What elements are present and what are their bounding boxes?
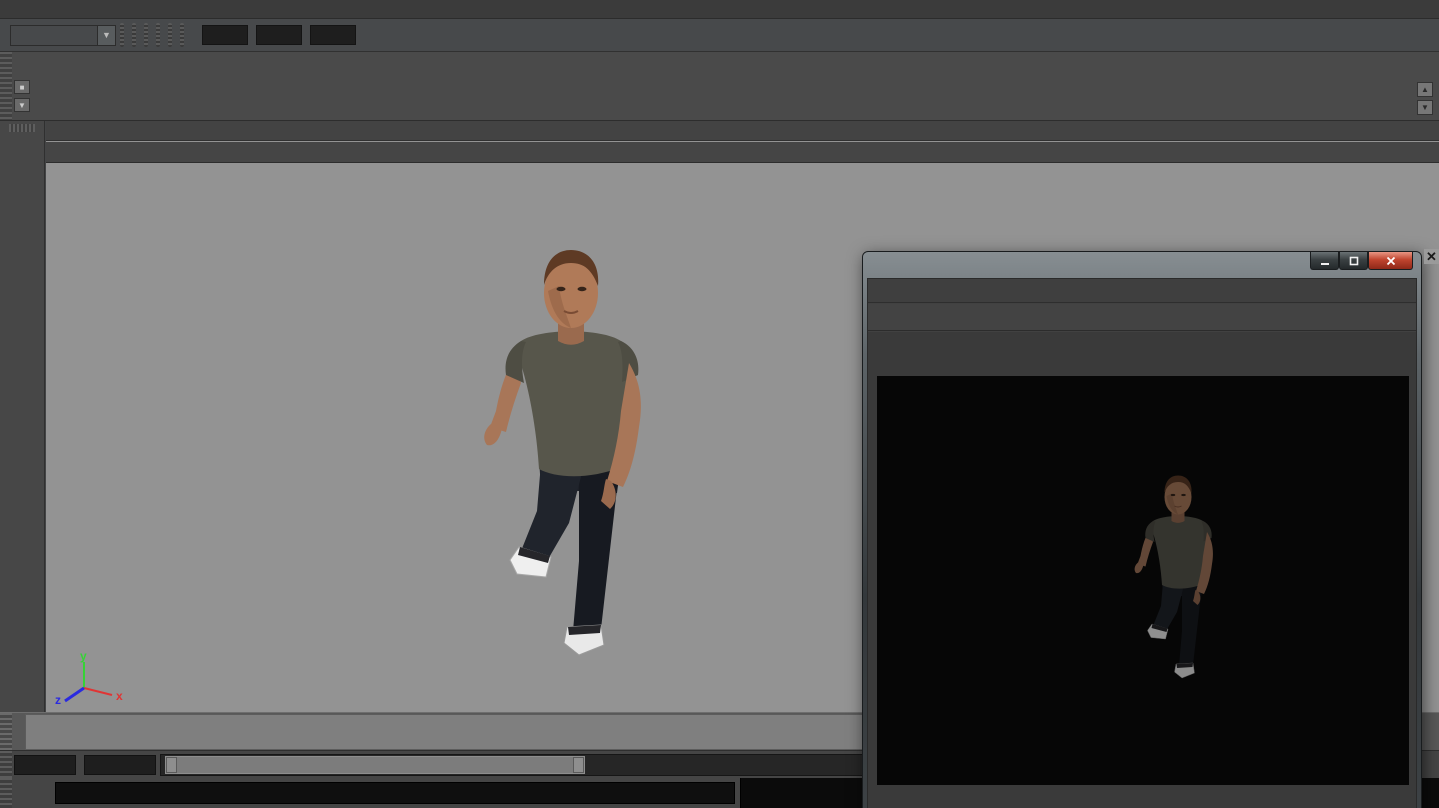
viewport-menubar — [46, 121, 1439, 141]
range-start-handle[interactable] — [166, 757, 177, 773]
viewport-character-model[interactable] — [461, 231, 681, 671]
shelf-item-button[interactable]: ■ — [14, 80, 30, 94]
animation-start-field[interactable] — [14, 755, 76, 775]
shelf: ■ ▼ ▲ ▼ — [0, 52, 1439, 121]
toolbar-separator[interactable] — [132, 23, 136, 47]
y-coordinate-field[interactable] — [256, 25, 302, 45]
main-workspace: y x z — [0, 121, 1439, 712]
shelf-scroll-down-icon[interactable]: ▼ — [1417, 100, 1433, 115]
range-end-handle[interactable] — [573, 757, 584, 773]
axis-z-label: z — [55, 693, 61, 707]
close-button[interactable] — [1368, 252, 1413, 270]
render-view-window[interactable] — [862, 251, 1422, 808]
toolbar-separator[interactable] — [144, 23, 148, 47]
range-slider-trough[interactable] — [160, 754, 935, 776]
render-status — [868, 782, 1416, 808]
minimize-button[interactable] — [1310, 252, 1339, 270]
toolbar-separator[interactable] — [168, 23, 172, 47]
axis-x-label: x — [116, 689, 123, 703]
command-line-grip[interactable] — [0, 778, 12, 808]
shelf-menu-arrow-icon[interactable]: ▼ — [14, 98, 30, 112]
render-view-canvas[interactable] — [868, 332, 1416, 808]
menu-set-selector[interactable]: ▼ — [10, 25, 116, 46]
shelf-trash-icon[interactable] — [1407, 56, 1431, 80]
z-coordinate-field[interactable] — [310, 25, 356, 45]
toolbox-grip[interactable] — [9, 124, 35, 132]
menu-set-value[interactable] — [10, 25, 98, 46]
toolbar-separator[interactable] — [120, 23, 124, 47]
shelf-scroll-up-icon[interactable]: ▲ — [1417, 82, 1433, 97]
coordinate-entry — [198, 25, 356, 45]
toolbar-separator[interactable] — [156, 23, 160, 47]
maximize-button[interactable] — [1339, 252, 1368, 270]
render-view-titlebar[interactable] — [863, 252, 1421, 278]
range-grip[interactable] — [0, 751, 12, 778]
status-line-toolbar: ▼ — [0, 19, 1439, 52]
axis-y-label: y — [80, 649, 87, 663]
menu-set-arrow-icon[interactable]: ▼ — [98, 25, 116, 46]
maya-application-window: ▼ ■ ▼ ▲ ▼ — [0, 0, 1439, 808]
rendered-image[interactable] — [877, 376, 1409, 785]
render-view-menubar — [868, 279, 1416, 303]
playback-range-bar[interactable] — [165, 756, 585, 774]
rendered-character — [1123, 466, 1233, 686]
view-axis-indicator: y x z — [54, 648, 134, 712]
timeline-grip[interactable] — [0, 713, 12, 750]
panel-close-icon[interactable]: ✕ — [1424, 249, 1439, 264]
x-coordinate-field[interactable] — [202, 25, 248, 45]
main-menubar — [0, 0, 1439, 19]
toolbox — [0, 121, 45, 712]
playback-start-field[interactable] — [84, 755, 156, 775]
render-view-toolbar — [868, 304, 1416, 331]
command-input-field[interactable] — [55, 782, 735, 804]
viewport-toolbar — [46, 142, 1439, 163]
toolbar-separator[interactable] — [180, 23, 184, 47]
shelf-grip[interactable] — [0, 52, 12, 120]
